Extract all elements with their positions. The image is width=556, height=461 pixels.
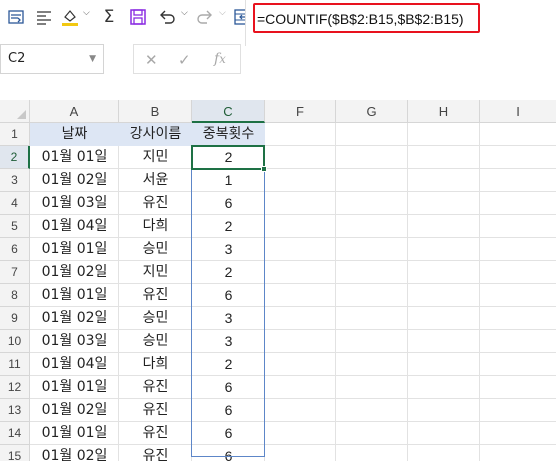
instructor-cell[interactable]: 유진 (119, 284, 192, 307)
formula-buttons: ✕ ✓ fx (133, 44, 241, 74)
count-cell[interactable]: 2 (192, 261, 265, 284)
date-cell[interactable]: 01월 02일 (30, 307, 119, 330)
date-cell[interactable]: 01월 01일 (30, 422, 119, 445)
instructor-cell[interactable]: 유진 (119, 399, 192, 422)
count-cell[interactable]: 6 (192, 284, 265, 307)
row-header-10[interactable]: 10 (0, 330, 30, 353)
date-cell[interactable]: 01월 02일 (30, 169, 119, 192)
row-header-8[interactable]: 8 (0, 284, 30, 307)
date-cell[interactable]: 01월 01일 (30, 376, 119, 399)
column-header-c[interactable]: C (192, 100, 265, 123)
row-header-3[interactable]: 3 (0, 169, 30, 192)
instructor-cell[interactable]: 지민 (119, 146, 192, 169)
row-header-12[interactable]: 12 (0, 376, 30, 399)
date-cell[interactable]: 01월 01일 (30, 284, 119, 307)
count-cell[interactable]: 2 (192, 215, 265, 238)
column-header-b[interactable]: B (119, 100, 192, 123)
date-cell[interactable]: 01월 01일 (30, 238, 119, 261)
function-icon[interactable]: fx (214, 51, 226, 67)
select-all-button[interactable] (0, 100, 30, 123)
instructor-cell[interactable]: 승민 (119, 307, 192, 330)
instructor-cell[interactable]: 승민 (119, 238, 192, 261)
row-header-4[interactable]: 4 (0, 192, 30, 215)
count-cell[interactable]: 1 (192, 169, 265, 192)
count-cell[interactable]: 6 (192, 422, 265, 445)
instructor-cell[interactable]: 다희 (119, 215, 192, 238)
redo-icon[interactable] (194, 6, 216, 28)
column-header-a[interactable]: A (30, 100, 119, 123)
date-cell[interactable]: 01월 04일 (30, 215, 119, 238)
undo-icon[interactable] (156, 6, 178, 28)
row-header-9[interactable]: 9 (0, 307, 30, 330)
fill-handle[interactable] (261, 166, 267, 172)
chevron-down-icon[interactable]: ⌵ (83, 8, 90, 18)
instructor-cell[interactable]: 유진 (119, 376, 192, 399)
row-header-1[interactable]: 1 (0, 123, 30, 146)
count-cell[interactable]: 2 (192, 353, 265, 376)
row-header-13[interactable]: 13 (0, 399, 30, 422)
header-cell-count[interactable]: 중복횟수 (192, 123, 265, 146)
column-header-g[interactable]: G (336, 100, 408, 123)
row-header-11[interactable]: 11 (0, 353, 30, 376)
header-cell-instructor[interactable]: 강사이름 (119, 123, 192, 146)
formula-bar: C2 ▼ ✕ ✓ fx (0, 40, 556, 86)
instructor-cell[interactable]: 유진 (119, 192, 192, 215)
row-header-7[interactable]: 7 (0, 261, 30, 284)
column-header-i[interactable]: I (480, 100, 556, 123)
instructor-cell[interactable]: 서윤 (119, 169, 192, 192)
count-cell[interactable]: 6 (192, 376, 265, 399)
instructor-cell[interactable]: 유진 (119, 422, 192, 445)
count-cell[interactable]: 6 (192, 445, 265, 461)
sum-icon[interactable]: Σ (98, 6, 120, 28)
align-left-icon[interactable] (32, 6, 56, 28)
date-cell[interactable]: 01월 03일 (30, 192, 119, 215)
date-cell[interactable]: 01월 02일 (30, 261, 119, 284)
chevron-down-icon: ▼ (89, 54, 96, 64)
date-cell[interactable]: 01월 02일 (30, 445, 119, 461)
wrap-text-icon[interactable] (4, 6, 28, 28)
date-cell[interactable]: 01월 02일 (30, 399, 119, 422)
count-cell[interactable]: 3 (192, 238, 265, 261)
count-cell[interactable]: 6 (192, 399, 265, 422)
date-cell[interactable]: 01월 04일 (30, 353, 119, 376)
formula-text[interactable]: =COUNTIF($B$2:B15,$B$2:B15) (257, 11, 464, 27)
save-icon[interactable] (126, 6, 150, 28)
column-header-h[interactable]: H (408, 100, 480, 123)
name-box[interactable]: C2 ▼ (0, 44, 104, 74)
count-cell[interactable]: 6 (192, 192, 265, 215)
row-header-2[interactable]: 2 (0, 146, 30, 169)
count-cell[interactable]: 3 (192, 307, 265, 330)
undo-dropdown-icon[interactable]: ⌵ (181, 8, 188, 18)
row-header-14[interactable]: 14 (0, 422, 30, 445)
name-box-value: C2 (8, 51, 26, 66)
instructor-cell[interactable]: 유진 (119, 445, 192, 461)
fill-color-icon[interactable] (58, 6, 82, 28)
cancel-icon[interactable]: ✕ (145, 51, 158, 69)
instructor-cell[interactable]: 지민 (119, 261, 192, 284)
row-header-5[interactable]: 5 (0, 215, 30, 238)
count-cell[interactable]: 3 (192, 330, 265, 353)
instructor-cell[interactable]: 다희 (119, 353, 192, 376)
row-header-6[interactable]: 6 (0, 238, 30, 261)
date-cell[interactable]: 01월 03일 (30, 330, 119, 353)
row-header-15[interactable]: 15 (0, 445, 30, 461)
spreadsheet-grid: A B C F G H I 1 2 3 4 5 6 7 8 9 10 11 12 13 14 15 날짜 강… (0, 100, 556, 461)
instructor-cell[interactable]: 승민 (119, 330, 192, 353)
date-cell[interactable]: 01월 01일 (30, 146, 119, 169)
count-cell[interactable]: 2 (192, 146, 265, 169)
check-icon[interactable]: ✓ (178, 51, 191, 69)
column-header-f[interactable]: F (265, 100, 336, 123)
redo-dropdown-icon[interactable]: ⌵ (219, 8, 226, 18)
header-cell-date[interactable]: 날짜 (30, 123, 119, 146)
